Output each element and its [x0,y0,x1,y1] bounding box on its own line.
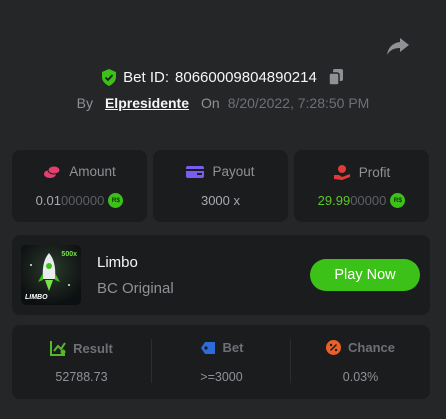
share-icon[interactable] [386,36,410,56]
bet-label: Bet [222,340,244,355]
game-name: Limbo [97,254,138,271]
payout-value: 3000 x [200,193,241,208]
by-label: By [76,95,93,111]
bet-date: 8/20/2022, 7:28:50 PM [227,95,370,111]
chance-label: Chance [348,340,395,355]
result-column: Result 52788.73 [12,325,151,399]
results-card: Result 52788.73 Bet >=3000 Chance 0.03% [12,325,430,399]
chance-value: 0.03% [342,370,379,384]
shield-check-icon [102,68,117,86]
username-link[interactable]: Elpresidente [105,95,189,111]
amount-label: Amount [69,164,116,179]
payout-card: Payout 3000 x [153,150,288,222]
thumb-badge: 500x [61,251,77,258]
bet-value: >=3000 [200,370,243,384]
profit-card: Profit 29.9900000 R$ [294,150,429,222]
payout-label: Payout [212,164,255,179]
bet-id-row: Bet ID: 80660009804890214 [0,66,446,88]
result-label: Result [73,340,113,356]
currency-coin-icon: R$ [108,193,124,208]
author-row: By Elpresidente On 8/20/2022, 7:28:50 PM [0,93,446,113]
bet-id-value: 80660009804890214 [175,68,317,86]
wallet-icon [186,165,205,178]
amount-value: 0.01000000 [35,193,105,208]
game-card: 500x LIMBO Limbo BC Original Play Now [12,235,430,315]
thumb-title: LIMBO [25,294,48,301]
copy-icon[interactable] [327,68,345,86]
chance-column: Chance 0.03% [291,325,430,399]
play-now-button[interactable]: Play Now [310,259,420,291]
bet-id-label: Bet ID: [123,68,170,86]
coins-icon [44,165,61,178]
bet-column: Bet >=3000 [152,325,291,399]
chart-icon [50,341,66,356]
game-provider: BC Original [97,280,174,297]
on-label: On [201,95,220,111]
hand-coin-icon [333,165,350,180]
currency-coin-icon: R$ [390,193,406,208]
amount-card: Amount 0.01000000 R$ [12,150,147,222]
profit-label: Profit [358,164,391,180]
ticket-icon [200,341,215,354]
game-thumbnail[interactable]: 500x LIMBO [21,245,81,305]
percent-icon [326,340,342,355]
profit-value: 29.9900000 [317,193,387,208]
result-value: 52788.73 [55,370,108,384]
